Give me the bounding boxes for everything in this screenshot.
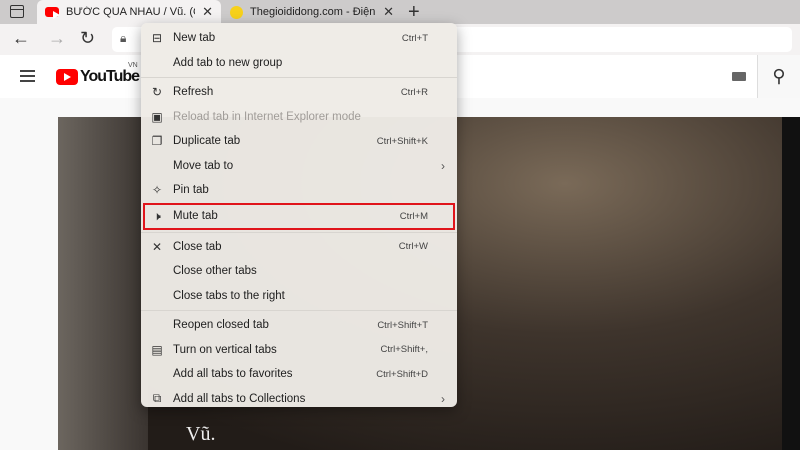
video-frame-left <box>58 117 148 450</box>
search-icon: ⚲ <box>772 66 786 86</box>
close-tab-icon[interactable]: ✕ <box>383 4 394 20</box>
menu-item-move-tab-to[interactable]: Move tab to › <box>141 154 457 179</box>
refresh-icon: ↻ <box>151 85 163 100</box>
menu-item-label: Add all tabs to Collections <box>173 392 306 405</box>
menu-item-shortcut: Ctrl+M <box>399 210 428 222</box>
menu-item-shortcut: Ctrl+W <box>398 241 428 253</box>
menu-item-shortcut: Ctrl+T <box>401 32 428 44</box>
menu-item-label: Close tabs to the right <box>173 289 285 302</box>
menu-item-label: Duplicate tab <box>173 135 241 148</box>
menu-separator <box>141 77 457 78</box>
menu-item-reload-tab-in-internet-explorer-mode[interactable]: ▣ Reload tab in Internet Explorer mode <box>141 105 457 130</box>
menu-item-label: Reload tab in Internet Explorer mode <box>173 110 361 123</box>
menu-item-reopen-closed-tab[interactable]: Reopen closed tab Ctrl+Shift+T <box>141 313 457 338</box>
video-overlay-text: Vũ. <box>186 423 216 445</box>
add-all-tabs-to-collections-icon: ⧉ <box>152 391 162 406</box>
menu-icon[interactable] <box>20 70 35 82</box>
duplicate-tab-icon: ❐ <box>151 134 163 149</box>
tgdd-icon <box>230 5 243 19</box>
tab-title: Thegioididong.com - Điện thoại <box>250 6 376 18</box>
menu-item-new-tab[interactable]: ⊟ New tab Ctrl+T <box>141 26 457 51</box>
back-icon[interactable]: ← <box>12 28 30 49</box>
pin-tab-icon: ✧ <box>151 183 163 198</box>
reload-tab-in-internet-explorer-mode-icon: ▣ <box>151 109 163 124</box>
menu-item-duplicate-tab[interactable]: ❐ Duplicate tab Ctrl+Shift+K <box>141 129 457 154</box>
menu-item-close-tabs-to-the-right[interactable]: Close tabs to the right <box>141 284 457 309</box>
youtube-icon <box>45 7 60 19</box>
menu-separator <box>141 310 457 311</box>
turn-on-vertical-tabs-icon: ▤ <box>151 342 163 357</box>
tab-actions-icon[interactable] <box>10 5 24 18</box>
chevron-right-icon: › <box>441 391 445 406</box>
tab-title: BƯỚC QUA NHAU / Vũ. (Official <box>66 6 195 18</box>
tab-thegioididong[interactable]: Thegioididong.com - Điện thoại ✕ <box>222 0 402 24</box>
mute-tab-icon: 🕨 <box>153 208 161 223</box>
menu-item-label: Close other tabs <box>173 265 257 278</box>
menu-item-shortcut: Ctrl+Shift+T <box>377 319 428 331</box>
region-label: VN <box>128 62 138 69</box>
new-tab-button[interactable]: + <box>408 0 420 24</box>
menu-item-shortcut: Ctrl+Shift+K <box>376 135 428 147</box>
close-tab-icon[interactable]: ✕ <box>202 4 213 20</box>
menu-item-label: Turn on vertical tabs <box>173 343 277 356</box>
menu-item-label: Reopen closed tab <box>173 319 269 332</box>
lock-icon: 🔒︎ <box>120 31 127 45</box>
menu-item-label: Close tab <box>173 240 222 253</box>
menu-item-close-tab[interactable]: ✕ Close tab Ctrl+W <box>141 235 457 260</box>
menu-item-add-tab-to-new-group[interactable]: Add tab to new group <box>141 51 457 76</box>
menu-separator <box>141 231 457 233</box>
new-tab-icon: ⊟ <box>151 31 163 46</box>
keyboard-icon[interactable] <box>732 72 746 81</box>
youtube-logo[interactable]: YouTube <box>56 68 140 86</box>
close-tab-icon: ✕ <box>151 239 163 254</box>
tab-youtube[interactable]: BƯỚC QUA NHAU / Vũ. (Official ✕ <box>37 0 221 24</box>
menu-item-label: Pin tab <box>173 184 209 197</box>
menu-item-label: Add tab to new group <box>173 56 283 69</box>
menu-item-refresh[interactable]: ↻ Refresh Ctrl+R <box>141 80 457 105</box>
logo-text: YouTube <box>80 68 140 85</box>
tab-context-menu: ⊟ New tab Ctrl+T Add tab to new group ↻ Refre… <box>141 23 457 407</box>
forward-icon[interactable]: → <box>48 28 66 49</box>
youtube-icon <box>56 69 78 85</box>
menu-item-add-all-tabs-to-favorites[interactable]: Add all tabs to favorites Ctrl+Shift+D <box>141 362 457 387</box>
menu-item-shortcut: Ctrl+Shift+, <box>380 344 428 356</box>
menu-item-label: Mute tab <box>173 210 218 222</box>
search-button[interactable]: ⚲ <box>757 55 800 98</box>
menu-item-add-all-tabs-to-collections[interactable]: ⧉ Add all tabs to Collections › <box>141 387 457 412</box>
chevron-right-icon: › <box>441 158 445 173</box>
refresh-icon[interactable]: ↻ <box>80 28 95 49</box>
sidebar-edge <box>782 117 800 450</box>
menu-item-label: Refresh <box>173 86 214 99</box>
tab-bar: BƯỚC QUA NHAU / Vũ. (Official ✕ Thegioid… <box>0 0 800 24</box>
menu-item-mute-tab[interactable]: 🕨 Mute tab Ctrl+M <box>143 202 455 230</box>
menu-item-turn-on-vertical-tabs[interactable]: ▤ Turn on vertical tabs Ctrl+Shift+, <box>141 338 457 363</box>
menu-item-label: New tab <box>173 32 216 45</box>
menu-item-pin-tab[interactable]: ✧ Pin tab <box>141 178 457 203</box>
menu-item-label: Move tab to <box>173 159 234 172</box>
menu-item-label: Add all tabs to favorites <box>173 368 293 381</box>
menu-item-shortcut: Ctrl+R <box>400 86 428 98</box>
menu-item-close-other-tabs[interactable]: Close other tabs <box>141 259 457 284</box>
menu-item-shortcut: Ctrl+Shift+D <box>376 368 428 380</box>
